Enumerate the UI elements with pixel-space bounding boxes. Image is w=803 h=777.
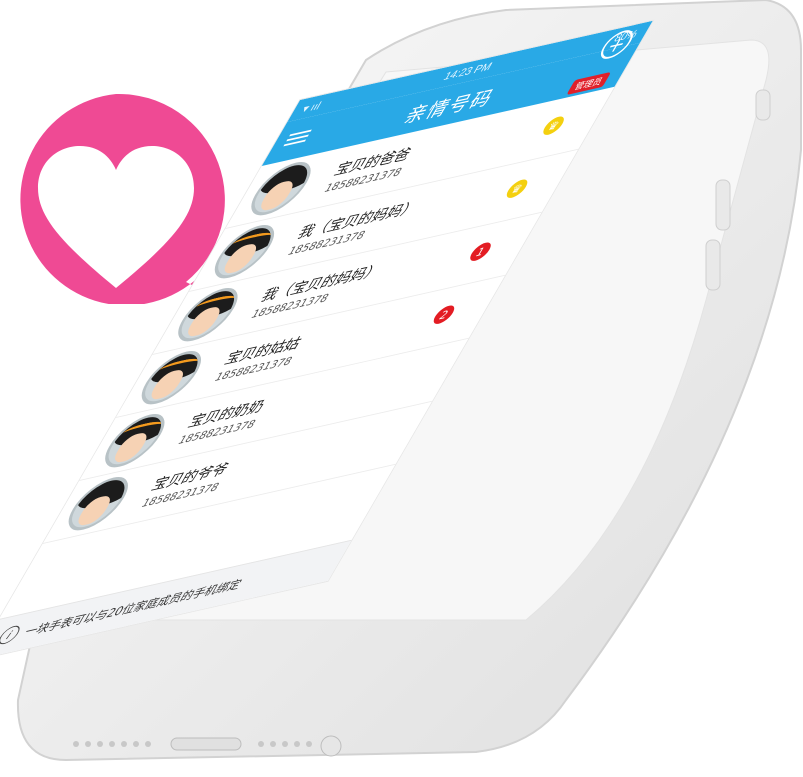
notification-badge: 1 bbox=[466, 240, 495, 263]
info-icon: i bbox=[0, 623, 24, 646]
menu-icon[interactable] bbox=[282, 127, 314, 150]
crown-icon: ♛ bbox=[539, 114, 568, 137]
crown-icon: ♛ bbox=[503, 177, 532, 200]
notification-badge: 2 bbox=[429, 303, 459, 326]
signal-icon: ▾ ııl bbox=[299, 99, 324, 116]
